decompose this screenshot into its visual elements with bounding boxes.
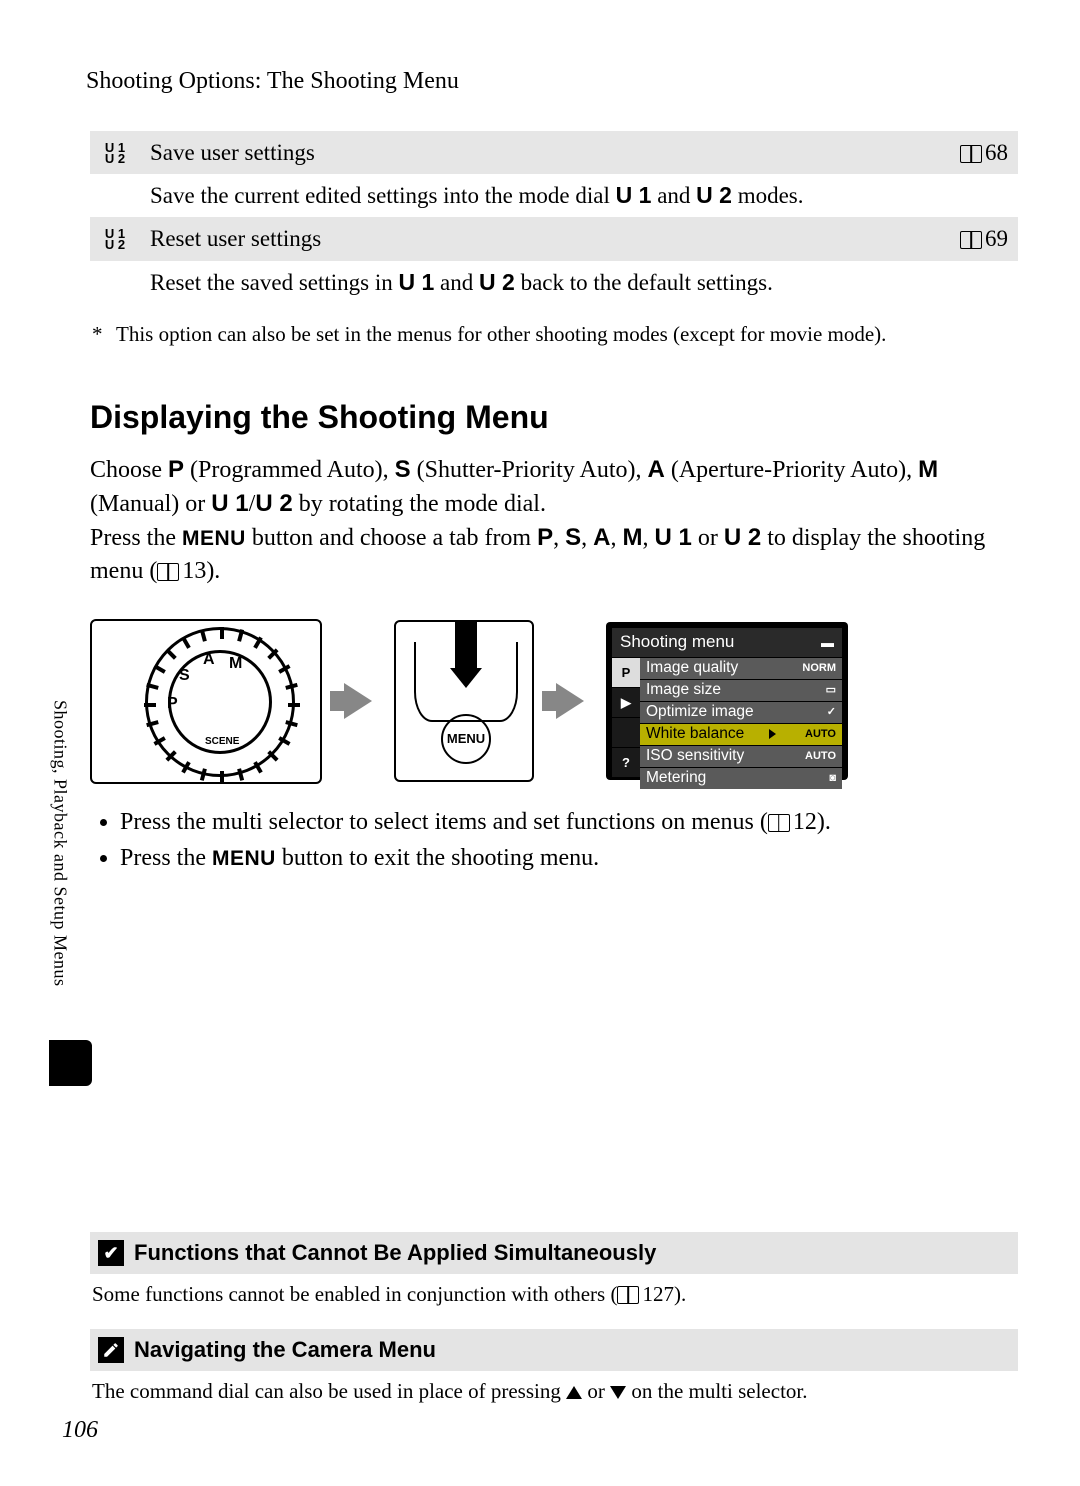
book-icon: [617, 1286, 639, 1304]
mode-dial-figure: P S A M SCENE: [90, 619, 322, 784]
lcd-tab: ▶: [612, 687, 640, 717]
side-tab-marker: [49, 1040, 92, 1086]
note-title: Navigating the Camera Menu: [134, 1335, 436, 1365]
lcd-row: ISO sensitivityAUTO: [640, 745, 842, 767]
list-item: Press the MENU button to exit the shooti…: [120, 840, 1018, 876]
triangle-down-icon: [610, 1386, 626, 1399]
arrow-right-icon: [556, 683, 584, 719]
list-item: Press the multi selector to select items…: [120, 804, 1018, 840]
settings-table: U 1U 2 Save user settings 68 Save the cu…: [90, 131, 1018, 303]
table-row: U 1U 2 Reset user settings 69: [90, 217, 1018, 260]
menu-button: MENU: [441, 714, 491, 764]
page-header: Shooting Options: The Shooting Menu: [86, 65, 1018, 97]
book-icon: [960, 145, 982, 163]
u1u2-icon: U 1U 2: [90, 131, 150, 174]
pencil-icon: [98, 1337, 124, 1363]
lcd-row: White balanceAUTO: [640, 723, 842, 745]
lcd-row: Image size▭: [640, 679, 842, 701]
row-desc: Reset the saved settings in U 1 and U 2 …: [150, 261, 1018, 304]
footnote: *This option can also be set in the menu…: [92, 320, 1018, 348]
battery-icon: ▬: [821, 634, 834, 652]
book-icon: [768, 814, 790, 832]
lcd-row: Metering◙: [640, 767, 842, 789]
book-icon: [157, 563, 179, 581]
note-title: Functions that Cannot Be Applied Simulta…: [134, 1238, 656, 1268]
bullet-list: Press the multi selector to select items…: [120, 804, 1018, 876]
lcd-tab: P: [612, 657, 640, 687]
row-title: Reset user settings: [150, 217, 928, 260]
arrow-right-icon: [344, 683, 372, 719]
table-row: Reset the saved settings in U 1 and U 2 …: [90, 261, 1018, 304]
note-body: The command dial can also be used in pla…: [90, 1371, 1018, 1416]
lcd-tab: [612, 717, 640, 747]
lcd-tab: ?: [612, 747, 640, 777]
table-row: Save the current edited settings into th…: [90, 174, 1018, 217]
lcd-title: Shooting menu: [620, 631, 734, 654]
note-block: ✔ Functions that Cannot Be Applied Simul…: [90, 1232, 1018, 1319]
page-number: 106: [62, 1414, 98, 1446]
page-ref: 69: [928, 217, 1018, 260]
section-heading: Displaying the Shooting Menu: [90, 396, 1018, 439]
note-block: Navigating the Camera Menu The command d…: [90, 1329, 1018, 1416]
row-desc: Save the current edited settings into th…: [150, 174, 1018, 217]
book-icon: [960, 231, 982, 249]
body-paragraph: Choose P (Programmed Auto), S (Shutter-P…: [90, 453, 1018, 521]
check-icon: ✔: [98, 1240, 124, 1266]
menu-button-figure: MENU: [394, 620, 534, 782]
lcd-screen-figure: Shooting menu ▬ P▶ ? Image qualityNORMIma…: [606, 622, 848, 780]
lcd-row: Optimize image✓: [640, 701, 842, 723]
body-paragraph: Press the MENU button and choose a tab f…: [90, 521, 1018, 588]
triangle-up-icon: [566, 1386, 582, 1399]
note-body: Some functions cannot be enabled in conj…: [90, 1274, 1018, 1319]
page-ref: 68: [928, 131, 1018, 174]
u1u2-icon: U 1U 2: [90, 217, 150, 260]
lcd-row: Image qualityNORM: [640, 657, 842, 679]
side-tab-label: Shooting, Playback and Setup Menus: [48, 700, 72, 986]
row-title: Save user settings: [150, 131, 928, 174]
table-row: U 1U 2 Save user settings 68: [90, 131, 1018, 174]
figure-row: P S A M SCENE MENU Shooting menu ▬ P▶ ? I…: [90, 619, 1018, 784]
